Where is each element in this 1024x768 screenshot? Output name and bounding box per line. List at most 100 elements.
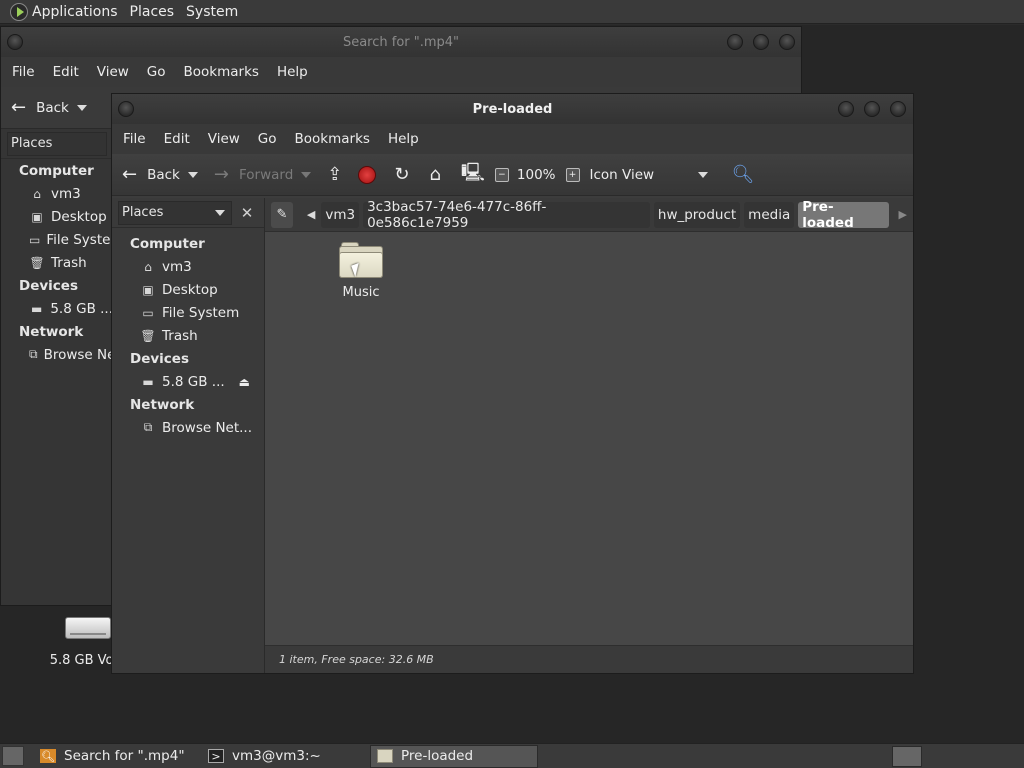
maximize-button[interactable] xyxy=(864,101,880,117)
drive-icon: ▭ xyxy=(29,232,41,247)
computer-button[interactable]: 🖳 xyxy=(461,160,485,190)
menu-edit[interactable]: Edit xyxy=(155,131,199,147)
stop-button[interactable] xyxy=(358,160,377,190)
close-button[interactable] xyxy=(890,101,906,117)
close-button[interactable] xyxy=(779,34,795,50)
top-panel: Applications Places System xyxy=(0,0,1024,24)
sidebar-item-desktop[interactable]: ▣ Desktop xyxy=(1,205,113,228)
zoom-out-button[interactable]: − xyxy=(494,160,509,190)
bottom-panel: 🔍︎ Search for ".mp4" > vm3@vm3:~ Pre-loa… xyxy=(0,743,1024,768)
sidebar-item-label: vm3 xyxy=(162,258,192,275)
system-menu[interactable]: System xyxy=(178,0,242,24)
trash-icon: 🗑 xyxy=(29,255,45,270)
menu-go[interactable]: Go xyxy=(249,131,286,147)
back-arrow-icon: ← xyxy=(11,97,27,118)
drive-icon xyxy=(64,617,111,639)
view-mode-select[interactable]: Icon View xyxy=(590,160,708,190)
home-icon: ⌂ xyxy=(144,259,152,274)
chevron-down-icon[interactable] xyxy=(301,171,312,178)
chevron-down-icon[interactable] xyxy=(76,104,87,111)
sidebar-item-volume[interactable]: ▬ 5.8 GB ... xyxy=(1,297,113,320)
menu-view[interactable]: View xyxy=(88,64,138,80)
sidebar-group-network: Network xyxy=(19,324,84,340)
menu-view[interactable]: View xyxy=(199,131,249,147)
applications-logo-icon xyxy=(10,2,28,21)
forward-button[interactable]: → Forward xyxy=(214,160,312,190)
menu-help[interactable]: Help xyxy=(268,64,317,80)
view-mode-label: Icon View xyxy=(589,166,655,183)
sidebar-item-label: 5.8 GB ... xyxy=(162,373,225,390)
drive-icon: ▬ xyxy=(31,301,43,316)
back-label: Back xyxy=(147,166,180,183)
breadcrumb-uuid[interactable]: 3c3bac57-74e6-477c-86ff-0e586c1e7959 xyxy=(363,199,650,231)
sidebar-item-trash[interactable]: 🗑 Trash xyxy=(1,251,113,274)
menu-bookmarks[interactable]: Bookmarks xyxy=(175,64,268,80)
sidebar-item-vm3[interactable]: ⌂ vm3 xyxy=(112,255,264,278)
minimize-button[interactable] xyxy=(838,101,854,117)
task-pre-loaded[interactable]: Pre-loaded xyxy=(370,744,538,768)
task-search[interactable]: 🔍︎ Search for ".mp4" xyxy=(34,745,194,768)
minimize-button[interactable] xyxy=(727,34,743,50)
chevron-down-icon[interactable] xyxy=(187,171,198,178)
workspace-switcher[interactable] xyxy=(892,746,922,767)
places-menu[interactable]: Places xyxy=(122,0,179,24)
places-select[interactable]: Places xyxy=(7,131,107,156)
sidebar-item-label: File System xyxy=(162,304,240,321)
zoom-in-button[interactable]: + xyxy=(565,160,580,190)
edit-location-icon[interactable]: ✎ xyxy=(271,201,293,228)
applications-menu[interactable]: Applications xyxy=(0,0,122,24)
menu-help[interactable]: Help xyxy=(379,131,428,147)
sidebar-item-label: Desktop xyxy=(51,208,107,225)
back-button[interactable]: ← Back xyxy=(122,160,198,190)
sidebar-item-file-system[interactable]: ▭ File Syster xyxy=(1,228,116,251)
breadcrumb-right-arrow-icon[interactable]: ▶ xyxy=(899,208,907,221)
pre-loaded-titlebar[interactable]: Pre-loaded xyxy=(112,94,913,124)
breadcrumb-media[interactable]: media xyxy=(744,201,795,228)
sidebar-item-volume[interactable]: ▬ 5.8 GB ... ⏏ xyxy=(112,370,264,393)
breadcrumb-left-arrow-icon[interactable]: ◀ xyxy=(307,208,315,221)
back-button[interactable]: ← Back xyxy=(11,93,87,123)
desktop-icon: ▣ xyxy=(31,209,43,224)
sidebar-item-file-system[interactable]: ▭ File System xyxy=(112,301,264,324)
breadcrumb-pre-loaded[interactable]: Pre-loaded xyxy=(798,199,889,231)
menu-bookmarks[interactable]: Bookmarks xyxy=(286,131,379,147)
sidebar-item-vm3[interactable]: ⌂ vm3 xyxy=(1,182,113,205)
up-button[interactable]: ⇪ xyxy=(327,160,342,190)
pre-loaded-title: Pre-loaded xyxy=(472,101,553,117)
pre-loaded-toolbar: ← Back → Forward ⇪ ↻ ⌂ 🖳 − 100% + Icon V… xyxy=(112,154,913,196)
drive-icon: ▭ xyxy=(142,305,154,320)
icon-view[interactable]: Music xyxy=(265,232,913,645)
sidebar-item-desktop[interactable]: ▣ Desktop xyxy=(112,278,264,301)
breadcrumb-vm3[interactable]: vm3 xyxy=(321,201,360,228)
sidebar-group-computer: Computer xyxy=(19,163,94,179)
search-icon: 🔍︎ xyxy=(731,164,755,185)
menu-file[interactable]: File xyxy=(3,64,44,80)
search-button[interactable]: 🔍︎ xyxy=(732,160,755,190)
stop-icon xyxy=(358,165,377,184)
sidebar-item-browse-network[interactable]: ⧉ Browse Net... xyxy=(112,416,264,439)
menu-edit[interactable]: Edit xyxy=(44,64,88,80)
show-desktop-icon[interactable] xyxy=(2,746,24,766)
maximize-button[interactable] xyxy=(753,34,769,50)
breadcrumb-hw-product[interactable]: hw_product xyxy=(653,201,741,228)
home-button[interactable]: ⌂ xyxy=(429,160,440,190)
places-select[interactable]: Places xyxy=(118,200,232,225)
sidebar-item-browse-network[interactable]: ⧉ Browse Ne xyxy=(1,343,115,366)
window-menu-icon[interactable] xyxy=(7,34,23,50)
reload-button[interactable]: ↻ xyxy=(394,160,409,190)
task-terminal[interactable]: > vm3@vm3:~ xyxy=(202,745,362,768)
pre-loaded-window[interactable]: Pre-loaded File Edit View Go Bookmarks H… xyxy=(111,93,914,674)
eject-icon[interactable]: ⏏ xyxy=(239,375,250,389)
close-sidebar-icon[interactable]: ✕ xyxy=(236,202,258,224)
drive-icon: ▬ xyxy=(142,374,154,389)
search-folder-icon: 🔍︎ xyxy=(40,749,56,763)
search-window-titlebar[interactable]: Search for ".mp4" xyxy=(1,27,801,57)
sidebar-item-trash[interactable]: 🗑︎ Trash xyxy=(112,324,264,347)
window-menu-icon[interactable] xyxy=(118,101,134,117)
menu-go[interactable]: Go xyxy=(138,64,175,80)
menu-file[interactable]: File xyxy=(114,131,155,147)
computer-icon: 🖳 xyxy=(460,161,485,183)
sidebar-item-label: File Syster xyxy=(46,231,116,248)
applications-menu-label: Applications xyxy=(32,3,118,20)
pre-loaded-body: Places ✕ Computer ⌂ vm3 ▣ Desktop ▭ File Sy… xyxy=(112,198,913,673)
